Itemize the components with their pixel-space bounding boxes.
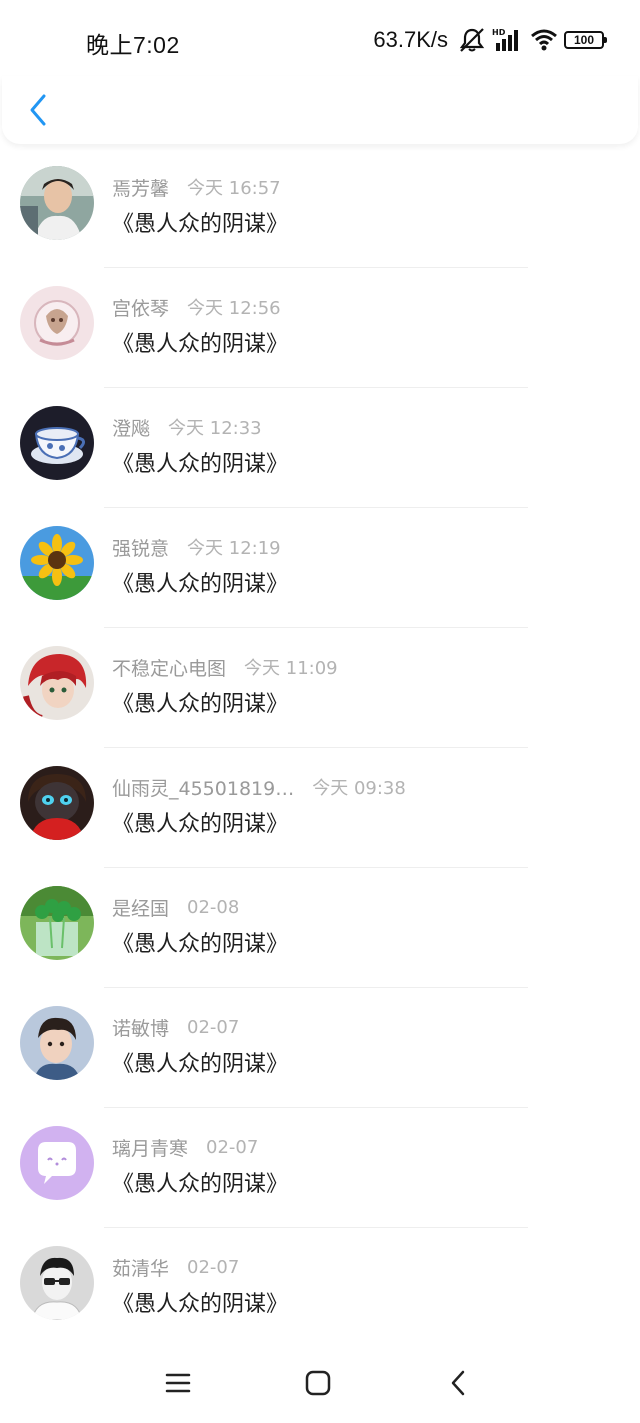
avatar[interactable] [20, 646, 94, 720]
comment-time: 02-07 [187, 1256, 240, 1278]
user-name[interactable]: 澄飚 [112, 414, 150, 441]
hd-signal-icon: HD [492, 27, 524, 53]
comment-title[interactable]: 《愚人众的阴谋》 [112, 446, 288, 478]
nav-back-button[interactable] [438, 1367, 478, 1399]
avatar[interactable] [20, 1126, 94, 1200]
comment-time: 今天 11:09 [244, 658, 338, 679]
user-name[interactable]: 不稳定心电图 [112, 654, 226, 681]
mute-bell-icon [458, 27, 486, 53]
comment-title[interactable]: 《愚人众的阴谋》 [112, 1166, 288, 1198]
comment-time: 02-07 [206, 1136, 259, 1158]
comment-time: 02-07 [187, 1016, 240, 1038]
comment-meta: 诺敏博 02-07 [112, 1014, 239, 1040]
home-square-icon [305, 1370, 331, 1396]
comment-meta: 强锐意 今天 12:19 [112, 534, 281, 560]
network-speed: 63.7K/s [373, 27, 448, 52]
list-item[interactable]: 焉芳馨 今天 16:57 《愚人众的阴谋》 [0, 148, 640, 268]
user-name[interactable]: 茹清华 [112, 1254, 169, 1281]
avatar[interactable] [20, 766, 94, 840]
system-nav-bar [0, 1343, 640, 1423]
list-item[interactable]: 仙雨灵_45501819… 今天 09:38 《愚人众的阴谋》 [0, 748, 640, 868]
chevron-left-icon [30, 94, 46, 126]
list-item[interactable]: 不稳定心电图 今天 11:09 《愚人众的阴谋》 [0, 628, 640, 748]
comment-title[interactable]: 《愚人众的阴谋》 [112, 686, 288, 718]
comment-title[interactable]: 《愚人众的阴谋》 [112, 566, 288, 598]
avatar[interactable] [20, 166, 94, 240]
comment-meta: 璃月青寒 02-07 [112, 1134, 258, 1160]
avatar[interactable] [20, 406, 94, 480]
comment-time: 02-08 [187, 896, 240, 918]
comment-time: 今天 12:56 [187, 298, 281, 319]
list-item[interactable]: 是经国 02-08 《愚人众的阴谋》 [0, 868, 640, 988]
avatar[interactable] [20, 1246, 94, 1320]
comment-time: 今天 12:33 [168, 418, 262, 439]
user-name[interactable]: 璃月青寒 [112, 1134, 188, 1161]
comment-list: 焉芳馨 今天 16:57 《愚人众的阴谋》 宫依琴 今天 12:56 《愚人众的… [0, 148, 640, 1348]
user-name[interactable]: 强锐意 [112, 534, 169, 561]
comment-title[interactable]: 《愚人众的阴谋》 [112, 806, 288, 838]
wifi-icon [530, 28, 558, 52]
comment-time: 今天 16:57 [187, 178, 281, 199]
comment-meta: 澄飚 今天 12:33 [112, 414, 262, 440]
user-name[interactable]: 诺敏博 [112, 1014, 169, 1041]
back-button[interactable] [22, 90, 54, 130]
comment-meta: 是经国 02-08 [112, 894, 239, 920]
comment-meta: 焉芳馨 今天 16:57 [112, 174, 281, 200]
status-indicators: 63.7K/s HD 100 [373, 26, 607, 54]
comment-title[interactable]: 《愚人众的阴谋》 [112, 926, 288, 958]
user-name[interactable]: 焉芳馨 [112, 174, 169, 201]
comment-meta: 宫依琴 今天 12:56 [112, 294, 281, 320]
user-name[interactable]: 仙雨灵_45501819… [112, 774, 294, 801]
comment-title[interactable]: 《愚人众的阴谋》 [112, 1286, 288, 1318]
battery-icon: 100 [564, 31, 607, 49]
avatar[interactable] [20, 1006, 94, 1080]
list-item[interactable]: 宫依琴 今天 12:56 《愚人众的阴谋》 [0, 268, 640, 388]
comment-title[interactable]: 《愚人众的阴谋》 [112, 1046, 288, 1078]
menu-button[interactable] [158, 1367, 198, 1399]
list-item[interactable]: 璃月青寒 02-07 《愚人众的阴谋》 [0, 1108, 640, 1228]
user-name[interactable]: 是经国 [112, 894, 169, 921]
home-button[interactable] [298, 1367, 338, 1399]
list-item[interactable]: 强锐意 今天 12:19 《愚人众的阴谋》 [0, 508, 640, 628]
avatar[interactable] [20, 886, 94, 960]
comment-meta: 茹清华 02-07 [112, 1254, 239, 1280]
back-triangle-icon [451, 1370, 465, 1396]
comment-meta: 不稳定心电图 今天 11:09 [112, 654, 338, 680]
comment-time: 今天 09:38 [312, 778, 406, 799]
avatar[interactable] [20, 526, 94, 600]
list-item[interactable]: 诺敏博 02-07 《愚人众的阴谋》 [0, 988, 640, 1108]
svg-text:HD: HD [492, 28, 506, 37]
comment-title[interactable]: 《愚人众的阴谋》 [112, 206, 288, 238]
header-bar [2, 76, 638, 144]
comment-title[interactable]: 《愚人众的阴谋》 [112, 326, 288, 358]
status-bar: 晚上7:02 63.7K/s HD 100 [0, 0, 640, 78]
list-item[interactable]: 澄飚 今天 12:33 《愚人众的阴谋》 [0, 388, 640, 508]
avatar[interactable] [20, 286, 94, 360]
user-name[interactable]: 宫依琴 [112, 294, 169, 321]
menu-icon [165, 1373, 191, 1393]
comment-time: 今天 12:19 [187, 538, 281, 559]
list-item[interactable]: 茹清华 02-07 《愚人众的阴谋》 [0, 1228, 640, 1348]
status-time: 晚上7:02 [86, 32, 180, 58]
comment-meta: 仙雨灵_45501819… 今天 09:38 [112, 774, 406, 800]
